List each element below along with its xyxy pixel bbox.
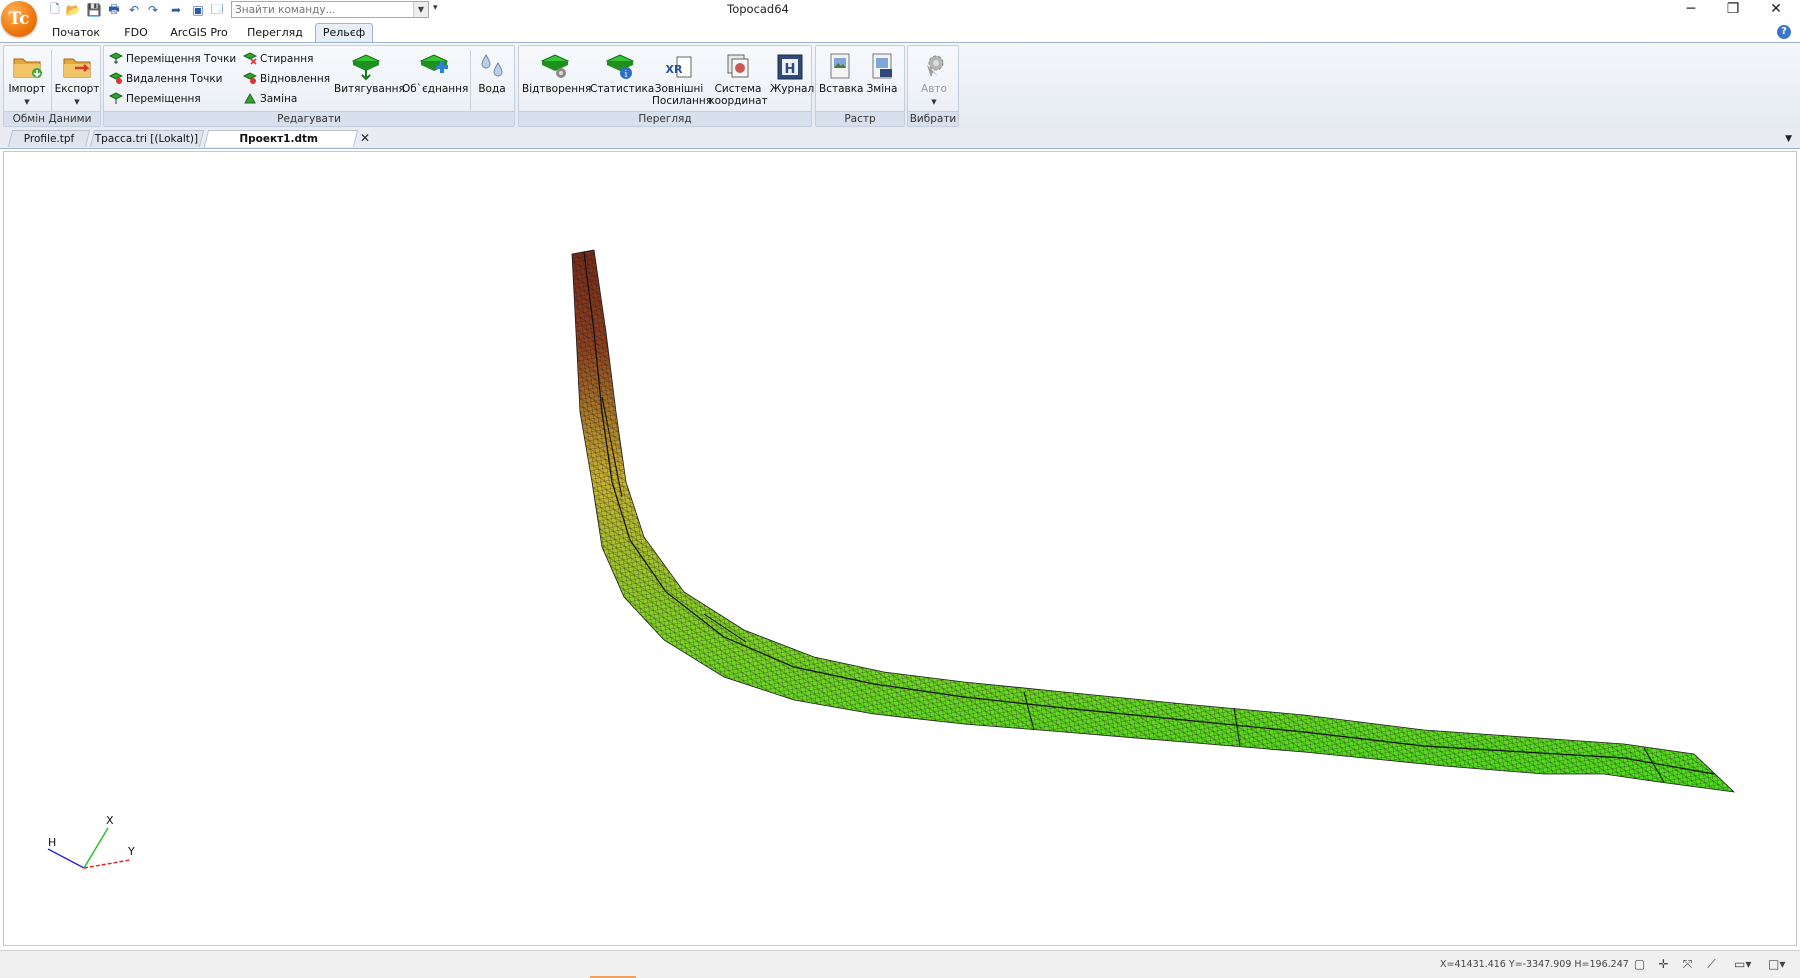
tab-home[interactable]: Початок [48,24,104,42]
group-label: Растр [816,111,904,126]
window-title: Topocad64 [727,2,789,16]
doc-tab-project[interactable]: Проект1.dtm [(Місцева)]* [203,130,359,162]
replace-icon [244,92,256,104]
erase-icon [243,52,257,65]
svg-text:H: H [785,62,796,77]
chevron-down-icon: ▼ [74,98,80,106]
erase-button[interactable]: Стирання [243,50,313,68]
move-points-button[interactable]: Переміщення Точки [109,50,236,68]
move-icon [109,92,123,104]
app-logo-button[interactable]: Tc [1,1,37,37]
extrude-icon [351,54,381,81]
tab-fdo[interactable]: FDO [118,24,154,42]
coordinate-system-button[interactable]: Система координат [708,48,768,107]
cursor-coordinates: X=41431.416 Y=-3347.909 H=196.247 [1440,959,1629,970]
group-edit: Переміщення Точки Видалення Точки Перемі… [103,45,515,127]
coordinate-system-icon [727,54,749,78]
separator [470,50,471,112]
journal-button[interactable]: H Журнал [770,48,814,95]
group-label: Вибрати [908,111,958,126]
raster-insert-button[interactable]: Вставка [819,48,864,95]
group-select: Авто ▼ Вибрати [907,45,959,127]
pan-icon[interactable]: ⤧ [1680,957,1695,972]
svg-text:XR: XR [666,63,683,76]
import-folder-icon [13,58,42,78]
xref-icon: XR [666,56,692,78]
axis-label-y: Y [127,845,135,858]
close-button[interactable]: ✕ [1755,0,1797,20]
ribbon: Імпорт ▼ Експорт ▼ Обмін Даними Переміще… [0,42,1800,129]
import-button[interactable]: Імпорт ▼ [6,48,48,108]
auto-select-gear-icon [927,55,944,77]
export-button[interactable]: Експорт ▼ [54,48,100,108]
statistics-button[interactable]: i Статистика [590,48,654,95]
chevron-down-icon: ▼ [24,98,30,106]
minimize-button[interactable]: ─ [1670,0,1712,20]
water-button[interactable]: Вода [474,48,510,95]
group-data-exchange: Імпорт ▼ Експорт ▼ Обмін Даними [3,45,101,127]
delete-points-button[interactable]: Видалення Точки [109,70,222,88]
doc-tab-route[interactable]: Трасса.tri [(Lokalt)] [89,130,205,147]
status-bar: X=41431.416 Y=-3347.909 H=196.247 ▢ ✛ ⤧ … [0,950,1800,978]
group-label: Редагувати [104,111,514,126]
help-icon[interactable]: ? [1777,25,1791,39]
3d-viewport[interactable]: X H Y [3,151,1797,946]
external-references-button[interactable]: XR Зовнішні Посилання [652,48,712,107]
view-options-icon[interactable]: ▭▾ [1734,957,1751,972]
group-raster: Вставка Зміна Растр [815,45,905,127]
svg-text:i: i [625,70,628,80]
restore-button[interactable]: Відновлення [243,70,330,88]
merge-button[interactable]: Об`єднання [402,48,468,95]
title-bar: Tc 🗋 📂 💾 🖶 ↶ ↷ ➦ ▣ 🗔 ▼ ▾ Topocad64 ─ ❐ ✕ [0,0,1800,37]
delete-points-icon [109,72,123,84]
restore-icon [243,72,257,84]
axis-label-h: H [48,836,56,849]
document-tabs: Profile.tpf Трасса.tri [(Lokalt)] Проект… [0,128,1800,162]
group-label: Перегляд [519,111,811,126]
axis-label-x: X [106,814,114,827]
ribbon-tabs: Початок FDO ArcGIS Pro Перегляд Рельєф ? [0,21,1800,42]
export-label: Експорт [54,83,100,95]
separator [51,50,52,112]
terrain-canvas[interactable]: X H Y [4,152,1796,945]
tab-arcgis-pro[interactable]: ArcGIS Pro [166,24,232,42]
render-button[interactable]: Відтворення [522,48,591,95]
replace-button[interactable]: Заміна [243,90,297,108]
ortho-icon[interactable]: ⟋ [1704,957,1719,972]
import-label: Імпорт [8,83,46,95]
raster-change-icon [872,53,892,79]
water-drops-icon [481,54,503,77]
group-view: Відтворення i Статистика XR Зовнішні Пос… [518,45,814,127]
merge-icon [419,54,449,73]
render-icon [540,54,570,78]
move-points-icon [109,52,123,64]
tabs-dropdown-icon[interactable]: ▼ [1785,134,1792,144]
raster-insert-icon [830,53,850,79]
export-folder-icon [63,58,91,78]
axis-gizmo [47,827,131,869]
snap-square-icon[interactable]: ▢ [1632,957,1647,972]
layout-options-icon[interactable]: □▾ [1768,957,1785,972]
statistics-icon: i [605,54,635,80]
doc-tab-profile[interactable]: Profile.tpf [7,130,91,147]
tab-terrain[interactable]: Рельєф [315,23,373,42]
chevron-down-icon: ▼ [931,98,937,106]
restore-button[interactable]: ❐ [1712,0,1754,20]
tab-view[interactable]: Перегляд [245,24,305,42]
crosshair-icon[interactable]: ✛ [1656,957,1671,972]
journal-icon: H [777,54,803,80]
raster-change-button[interactable]: Зміна [862,48,902,95]
move-button[interactable]: Переміщення [109,90,201,108]
terrain-surface [571,249,1736,793]
auto-select-button[interactable]: Авто ▼ [912,48,956,108]
close-tab-icon[interactable]: ✕ [360,131,370,145]
extrude-button[interactable]: Витягування [334,48,405,95]
group-label: Обмін Даними [4,111,100,126]
